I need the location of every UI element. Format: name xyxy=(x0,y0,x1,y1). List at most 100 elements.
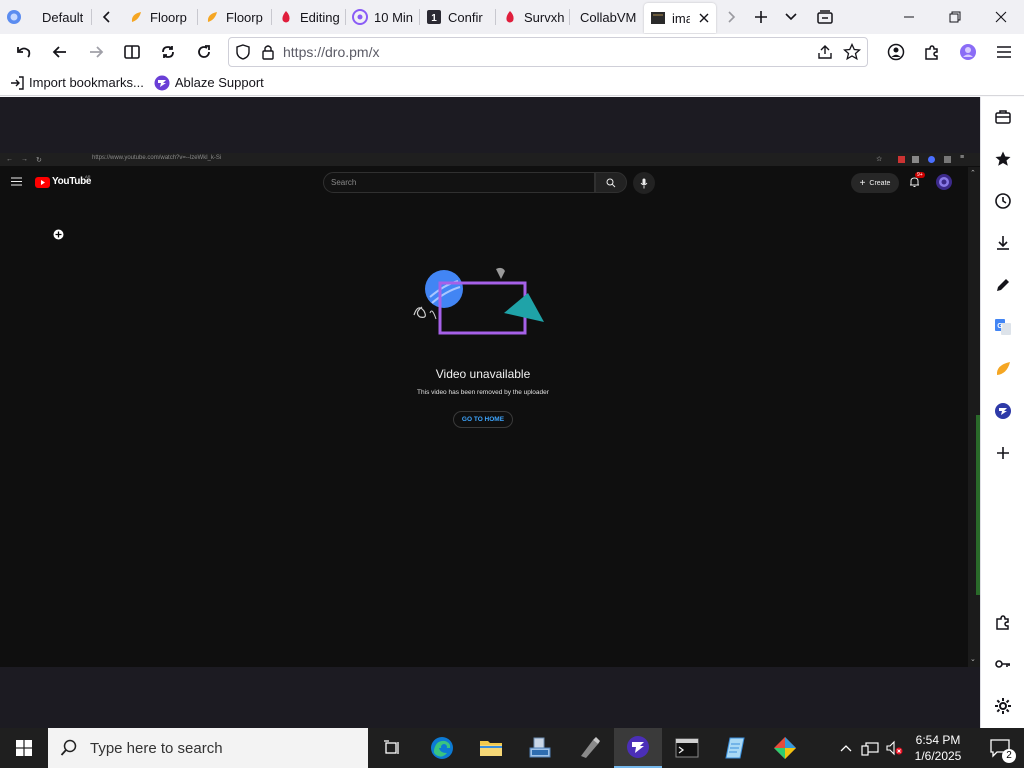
tab-default[interactable]: Default xyxy=(0,0,92,34)
back-button[interactable] xyxy=(42,34,78,70)
youtube-region-code: AR xyxy=(85,174,91,179)
floorp-taskbar-icon-active[interactable] xyxy=(614,728,662,768)
settings-gear-icon[interactable] xyxy=(991,694,1015,718)
youtube-mic-icon xyxy=(633,172,655,194)
share-icon[interactable] xyxy=(817,44,833,60)
bookmark-label: Import bookmarks... xyxy=(29,75,144,90)
inner-star-icon: ☆ xyxy=(876,156,883,163)
workspaces-button[interactable] xyxy=(810,0,840,34)
tab-editing[interactable]: Editing xyxy=(272,0,346,34)
taskbar-search-placeholder: Type here to search xyxy=(90,739,223,757)
inner-scrollbar: ⌃ ⌄ xyxy=(968,167,980,667)
bookmarks-star-icon[interactable] xyxy=(991,147,1015,171)
youtube-create-button: + Create xyxy=(851,173,899,193)
at-mail-icon xyxy=(352,9,368,25)
bookmark-import[interactable]: Import bookmarks... xyxy=(10,75,144,90)
youtube-search-input: Search xyxy=(323,172,595,193)
task-view-button[interactable] xyxy=(368,728,416,768)
app-diamond-icon[interactable] xyxy=(761,728,809,768)
passwords-key-icon[interactable] xyxy=(991,652,1015,676)
reload-button[interactable] xyxy=(186,34,222,70)
volume-muted-icon[interactable] xyxy=(882,728,906,768)
tab-label: Survxh xyxy=(524,9,564,25)
tab-survxh[interactable]: Survxh xyxy=(496,0,570,34)
restore-button[interactable] xyxy=(932,0,978,34)
bookmark-ablaze-support[interactable]: Ablaze Support xyxy=(154,75,264,91)
tab-image-active[interactable]: ima xyxy=(644,3,716,33)
ablaze-panel-icon[interactable] xyxy=(991,399,1015,423)
minimize-button[interactable] xyxy=(886,0,932,34)
history-clock-icon[interactable] xyxy=(991,189,1015,213)
edge-browser-icon[interactable] xyxy=(418,728,466,768)
notepad-icon[interactable] xyxy=(712,728,760,768)
clock-date: 1/6/2025 xyxy=(914,749,962,763)
sync-button[interactable] xyxy=(150,34,186,70)
tab-label: Default xyxy=(42,9,84,25)
bookmark-label: Ablaze Support xyxy=(174,75,264,90)
add-panel-icon[interactable] xyxy=(991,441,1015,465)
tab-strip: Default Floorp Floorp Editing 10 Min 1 C… xyxy=(0,0,1024,34)
tab-scroll-right-button[interactable] xyxy=(716,0,746,34)
app-menu-button[interactable] xyxy=(986,34,1022,70)
tab-floorp-2[interactable]: Floorp xyxy=(198,0,272,34)
forward-button[interactable] xyxy=(78,34,114,70)
file-explorer-icon[interactable] xyxy=(467,728,515,768)
tab-10min[interactable]: 10 Min xyxy=(346,0,420,34)
cursor-crosshair-icon xyxy=(53,229,64,240)
inner-reload-icon: ↻ xyxy=(36,156,42,164)
video-unavailable-title: Video unavailable xyxy=(435,367,531,381)
start-button[interactable] xyxy=(0,728,48,768)
tab-floorp-1[interactable]: Floorp xyxy=(122,0,198,34)
navigation-toolbar: https://dro.pm/x xyxy=(0,34,1024,70)
youtube-notification-badge: 9+ xyxy=(915,172,925,178)
inner-url-text: https://www.youtube.com/watch?v=--lzeWkl… xyxy=(92,155,222,161)
tab-label: ima xyxy=(672,10,690,26)
youtube-logo-icon xyxy=(35,177,50,188)
clock[interactable]: 6:54 PM 1/6/2025 xyxy=(908,732,968,764)
import-icon xyxy=(10,75,24,90)
account-button[interactable] xyxy=(878,34,914,70)
taskbar-search-box[interactable]: Type here to search xyxy=(48,728,368,768)
bookmark-star-icon[interactable] xyxy=(843,43,861,61)
show-hidden-icons-button[interactable] xyxy=(834,728,858,768)
translate-icon[interactable]: G xyxy=(991,315,1015,339)
lock-icon[interactable] xyxy=(261,44,275,60)
inner-extension-icon xyxy=(898,156,905,163)
clock-time: 6:54 PM xyxy=(915,733,961,747)
close-tab-icon[interactable] xyxy=(698,12,710,24)
profile-avatar[interactable] xyxy=(950,34,986,70)
sidebar-extensions-icon[interactable] xyxy=(991,610,1015,634)
downloads-icon[interactable] xyxy=(991,231,1015,255)
youtube-search-icon xyxy=(595,172,627,193)
url-text[interactable]: https://dro.pm/x xyxy=(283,44,379,60)
shield-icon[interactable] xyxy=(235,44,251,60)
tab-confirm[interactable]: 1 Confir xyxy=(420,0,496,34)
inner-browser-toolbar: ← → ↻ https://www.youtube.com/watch?v=--… xyxy=(0,153,980,166)
tab-label: Floorp xyxy=(226,9,263,25)
network-computer-icon[interactable] xyxy=(516,728,564,768)
list-all-tabs-button[interactable] xyxy=(776,0,806,34)
new-tab-button[interactable] xyxy=(746,0,776,34)
tab-collabvm[interactable]: CollabVM xyxy=(570,0,644,34)
red-flame-icon xyxy=(502,9,518,25)
youtube-header: YouTube AR Search + Create 9+ xyxy=(0,167,980,199)
notification-count-badge: 2 xyxy=(1002,749,1016,763)
url-bar[interactable]: https://dro.pm/x xyxy=(228,37,868,67)
usb-drive-icon[interactable] xyxy=(565,728,613,768)
toolbox-icon[interactable] xyxy=(991,105,1015,129)
terminal-icon[interactable] xyxy=(663,728,711,768)
floorp-web-panel-icon[interactable] xyxy=(991,357,1015,381)
go-to-home-button: GO TO HOME xyxy=(453,411,513,428)
notification-center-icon[interactable]: 2 xyxy=(976,728,1024,768)
network-status-icon[interactable] xyxy=(858,728,882,768)
notes-pencil-icon[interactable] xyxy=(991,273,1015,297)
close-window-button[interactable] xyxy=(978,0,1024,34)
page-content: ← → ↻ https://www.youtube.com/watch?v=--… xyxy=(0,97,980,728)
bookmarks-toolbar: Import bookmarks... Ablaze Support xyxy=(0,70,1024,96)
tab-scroll-left-button[interactable] xyxy=(92,0,122,34)
undo-close-tab-button[interactable] xyxy=(6,34,42,70)
windows-taskbar: Type here to search 6:54 PM 1/6/2025 2 xyxy=(0,728,1024,768)
sidebar-toggle-button[interactable] xyxy=(114,34,150,70)
firefox-view-icon xyxy=(6,9,22,25)
extensions-button[interactable] xyxy=(914,34,950,70)
